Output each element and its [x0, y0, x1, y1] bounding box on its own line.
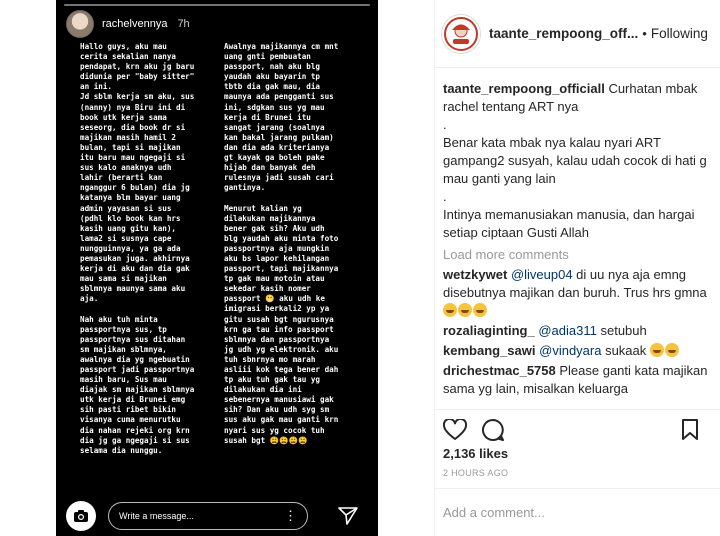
add-comment-bar — [435, 488, 720, 536]
grimace-emoji-icon — [473, 303, 487, 317]
comment-mention[interactable]: @liveup04 — [511, 267, 573, 282]
story-time: 7h — [177, 18, 190, 30]
header-separator: • — [642, 26, 647, 41]
laughing-emoji-icon — [664, 343, 679, 357]
story-username: rachelvennya — [102, 18, 168, 30]
story-message-input[interactable]: Write a message... ⋮ — [108, 502, 308, 530]
load-more-comments[interactable]: Load more comments — [443, 246, 712, 264]
like-heart-icon[interactable] — [441, 416, 469, 444]
laughing-emoji-icon — [649, 343, 664, 357]
post-actions — [435, 409, 720, 449]
story-progress-bar — [64, 4, 370, 6]
story-avatar — [66, 10, 94, 38]
caption-line: Benar kata mbak nya kalau nyari ART gamp… — [443, 135, 707, 186]
comment-item: wetzkywet @liveup04 di uu nya aja emng d… — [443, 266, 712, 320]
story-text-right: Awalnya majikannya cm mnt uang gnti pemb… — [224, 42, 339, 445]
comment-mention[interactable]: @adia311 — [538, 323, 597, 338]
bookmark-icon[interactable] — [676, 416, 704, 444]
more-options-icon[interactable]: ⋮ — [284, 508, 297, 524]
comment-username[interactable]: rozaliaginting_ — [443, 323, 535, 338]
grimace-emoji-icon — [443, 303, 457, 317]
story-header: rachelvennya 7h — [66, 10, 190, 38]
comment-item: kembang_sawi @vindyara sukaak — [443, 342, 712, 360]
story-screenshot: rachelvennya 7h Hallo guys, aku mau ceri… — [56, 0, 378, 536]
comment-mention[interactable]: @vindyara — [539, 343, 601, 358]
comment-username[interactable]: wetzkywet — [443, 267, 507, 282]
account-avatar[interactable] — [441, 13, 481, 54]
story-text-left: Hallo guys, aku mau cerita sekalian nany… — [80, 42, 195, 455]
post-media: rachelvennya 7h Hallo guys, aku mau ceri… — [0, 0, 434, 536]
comment-username[interactable]: drichestmac_5758 — [443, 363, 556, 378]
caption-username[interactable]: taante_rempoong_officiall — [443, 81, 605, 96]
grimace-emoji-icon — [458, 303, 472, 317]
post-header: taante_rempoong_off... • Following — [435, 0, 720, 68]
post-timestamp: 2 HOURS AGO — [443, 468, 509, 478]
comment-item: drichestmac_5758 Please ganti kata majik… — [443, 362, 712, 398]
send-icon[interactable] — [338, 507, 358, 525]
camera-icon[interactable] — [66, 501, 96, 531]
post-panel: taante_rempoong_off... • Following taant… — [434, 0, 720, 536]
story-message-placeholder: Write a message... — [119, 511, 194, 521]
likes-count[interactable]: 2,136 likes — [443, 446, 508, 461]
post-caption: taante_rempoong_officiall Curhatan mbak … — [443, 80, 712, 242]
account-username[interactable]: taante_rempoong_off... — [489, 26, 638, 41]
story-reply-bar: Write a message... ⋮ — [56, 496, 378, 536]
comment-bubble-icon[interactable] — [479, 416, 507, 444]
comments-area: taante_rempoong_officiall Curhatan mbak … — [443, 80, 712, 398]
comment-text: setubuh — [596, 323, 647, 338]
caption-line: Intinya memanusiakan manusia, dan hargai… — [443, 207, 695, 240]
comment-username[interactable]: kembang_sawi — [443, 343, 536, 358]
comment-item: rozaliaginting_ @adia311 setubuh — [443, 322, 712, 340]
comment-text: sukaak — [601, 343, 650, 358]
add-comment-input[interactable] — [443, 505, 712, 520]
caption-line: . — [443, 117, 447, 132]
following-button[interactable]: Following — [651, 26, 708, 41]
caption-line: . — [443, 189, 447, 204]
